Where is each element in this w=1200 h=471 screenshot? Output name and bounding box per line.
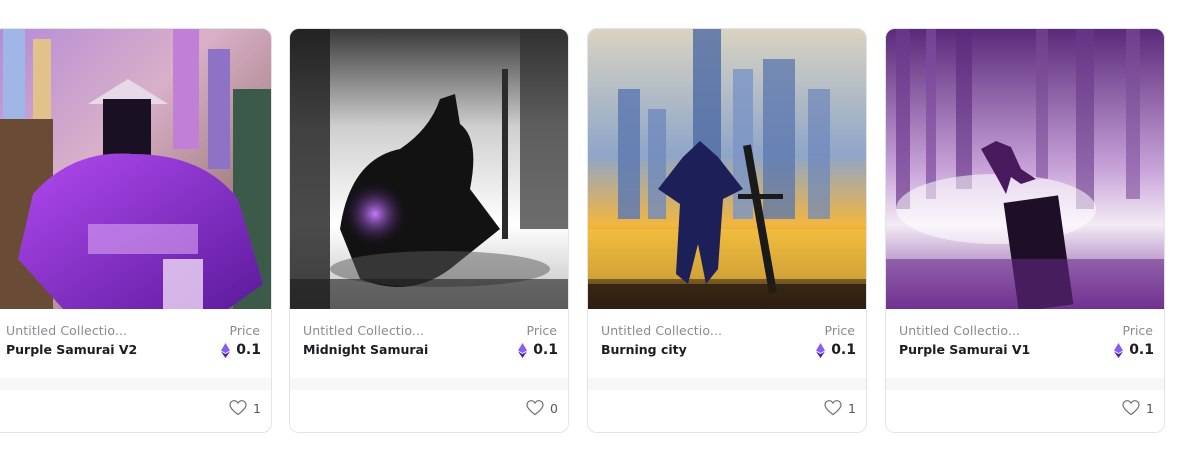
price: 0.1 [816,342,856,358]
nft-title[interactable]: Midnight Samurai [303,342,428,357]
like-button[interactable]: 1 [1122,400,1154,416]
like-button[interactable]: 1 [824,400,856,416]
collection-name: Untitled Collectio... [303,323,425,338]
card-footer: 1 [0,378,271,432]
price-label: Price [824,323,856,338]
ethereum-icon [518,342,528,358]
nft-title[interactable]: Burning city [601,342,687,357]
heart-icon[interactable] [229,400,247,416]
heart-icon[interactable] [1122,400,1140,416]
ethereum-icon [816,342,826,358]
like-count: 1 [253,400,261,416]
collection-name: Untitled Collectio... [6,323,128,338]
price: 0.1 [1114,342,1154,358]
nft-card[interactable]: Untitled Collectio... Purple Samurai V1 … [885,28,1165,433]
nft-image[interactable] [0,29,271,309]
like-button[interactable]: 0 [526,400,558,416]
nft-image[interactable] [588,29,866,309]
price-label: Price [1122,323,1154,338]
card-footer: 1 [588,378,866,432]
price-value: 0.1 [533,342,558,358]
nft-title[interactable]: Purple Samurai V1 [899,342,1030,357]
nft-image[interactable] [290,29,568,309]
like-count: 1 [848,400,856,416]
nft-card[interactable]: Untitled Collectio... Purple Samurai V2 … [0,28,272,433]
nft-card[interactable]: Untitled Collectio... Burning city Price… [587,28,867,433]
collection-name: Untitled Collectio... [899,323,1021,338]
card-footer: 0 [290,378,568,432]
price-value: 0.1 [831,342,856,358]
nft-card[interactable]: Untitled Collectio... Midnight Samurai P… [289,28,569,433]
price: 0.1 [518,342,558,358]
like-count: 0 [550,400,558,416]
card-footer: 1 [886,378,1164,432]
price-label: Price [526,323,558,338]
nft-image[interactable] [886,29,1164,309]
price-value: 0.1 [1129,342,1154,358]
price: 0.1 [221,342,261,358]
collection-name: Untitled Collectio... [601,323,723,338]
nft-title[interactable]: Purple Samurai V2 [6,342,137,357]
like-count: 1 [1146,400,1154,416]
heart-icon[interactable] [824,400,842,416]
price-label: Price [229,323,261,338]
heart-icon[interactable] [526,400,544,416]
price-value: 0.1 [236,342,261,358]
ethereum-icon [1114,342,1124,358]
ethereum-icon [221,342,231,358]
like-button[interactable]: 1 [229,400,261,416]
